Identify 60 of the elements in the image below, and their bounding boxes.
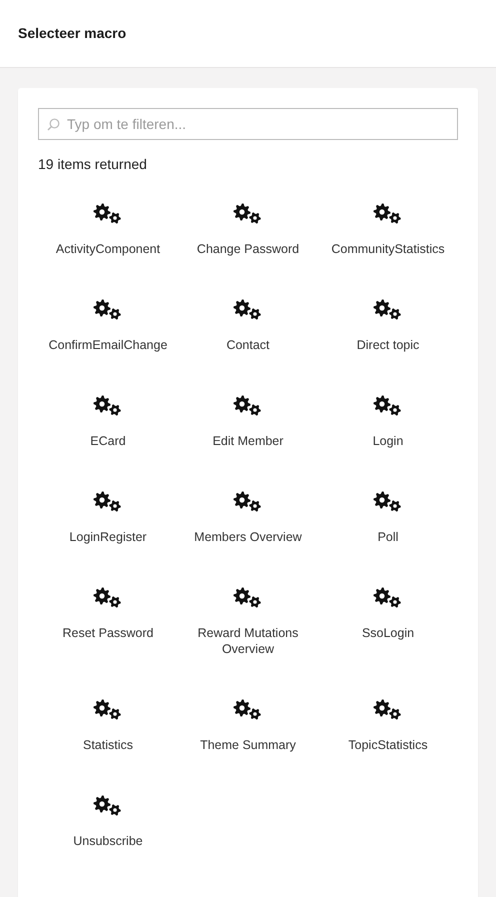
gears-icon [233, 203, 263, 225]
gears-icon [373, 491, 403, 513]
macro-label: LoginRegister [69, 529, 147, 545]
macro-item[interactable]: CommunityStatistics [318, 193, 458, 289]
macro-label: Theme Summary [200, 737, 296, 753]
macro-item[interactable]: Members Overview [178, 481, 318, 577]
gears-icon [373, 587, 403, 609]
macro-label: Unsubscribe [73, 833, 143, 849]
macro-label: ConfirmEmailChange [48, 337, 168, 353]
gears-icon [93, 795, 123, 817]
macro-label: Reset Password [62, 625, 154, 641]
macro-label: Reward Mutations Overview [196, 625, 300, 657]
macro-item[interactable]: Contact [178, 289, 318, 385]
macro-item[interactable]: ActivityComponent [38, 193, 178, 289]
gears-icon [93, 395, 123, 417]
gears-icon [233, 395, 263, 417]
gears-icon [93, 491, 123, 513]
macro-item[interactable]: Statistics [38, 689, 178, 785]
macro-label: Contact [226, 337, 270, 353]
macro-item[interactable]: Reset Password [38, 577, 178, 689]
macro-label: Change Password [196, 241, 300, 257]
macro-item[interactable]: SsoLogin [318, 577, 458, 689]
gears-icon [93, 299, 123, 321]
gears-icon [233, 587, 263, 609]
gears-icon [233, 491, 263, 513]
macro-label: TopicStatistics [348, 737, 428, 753]
macro-label: SsoLogin [362, 625, 414, 641]
gears-icon [93, 203, 123, 225]
macro-label: ActivityComponent [56, 241, 160, 257]
macro-label: Poll [378, 529, 398, 545]
gears-icon [93, 587, 123, 609]
search-field[interactable]: Typ om te filteren... [38, 108, 458, 140]
gears-icon [373, 699, 403, 721]
macro-label: Direct topic [356, 337, 420, 353]
macro-label: Login [372, 433, 404, 449]
macro-item[interactable]: Poll [318, 481, 458, 577]
macro-item[interactable]: Change Password [178, 193, 318, 289]
dialog-title: Selecteer macro [18, 24, 126, 43]
macro-item[interactable]: Edit Member [178, 385, 318, 481]
macro-item[interactable]: Login [318, 385, 458, 481]
gears-icon [373, 299, 403, 321]
macro-label: ECard [90, 433, 126, 449]
gears-icon [233, 299, 263, 321]
macro-item[interactable]: TopicStatistics [318, 689, 458, 785]
macro-label: Edit Member [212, 433, 284, 449]
gears-icon [373, 203, 403, 225]
gears-icon [373, 395, 403, 417]
result-count: 19 items returned [38, 155, 148, 174]
macro-label: Members Overview [194, 529, 302, 545]
macro-item[interactable]: Theme Summary [178, 689, 318, 785]
gears-icon [233, 699, 263, 721]
macro-item[interactable]: Reward Mutations Overview [178, 577, 318, 689]
macro-item[interactable]: Unsubscribe [38, 785, 178, 881]
macro-item[interactable]: ECard [38, 385, 178, 481]
macro-label: CommunityStatistics [331, 241, 445, 257]
macro-item[interactable]: LoginRegister [38, 481, 178, 577]
macro-item[interactable]: ConfirmEmailChange [38, 289, 178, 385]
gears-icon [93, 699, 123, 721]
macro-item[interactable]: Direct topic [318, 289, 458, 385]
macro-label: Statistics [82, 737, 133, 753]
